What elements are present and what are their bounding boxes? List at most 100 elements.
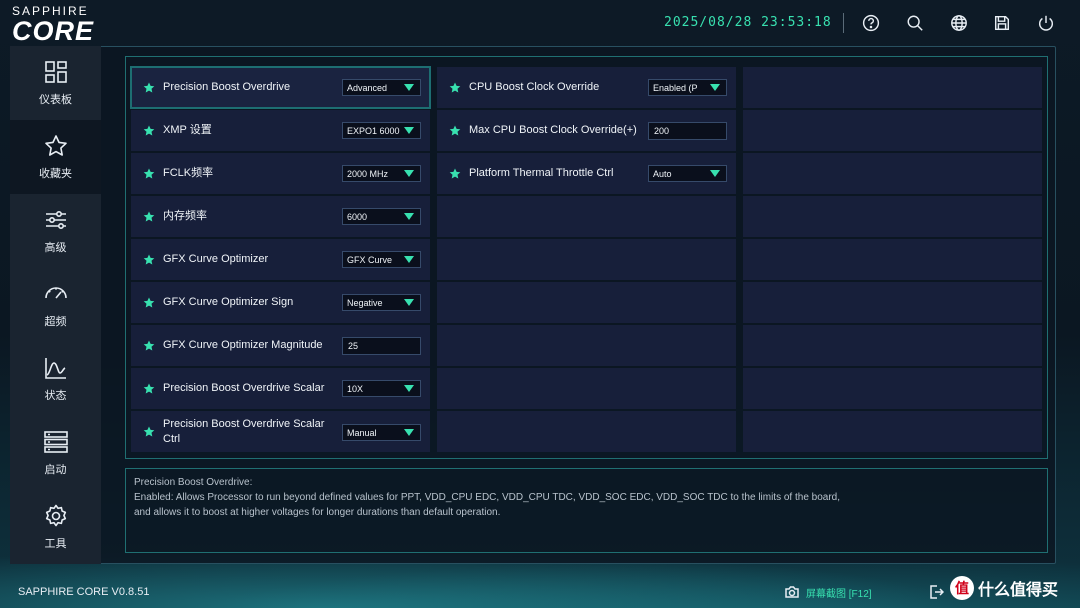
description-title: Precision Boost Overdrive: [134,477,253,488]
dropdown-value: Auto [653,168,672,179]
setting-row[interactable]: 内存频率 6000 [131,196,430,237]
favorite-star-icon[interactable] [143,339,155,351]
sidebar-item-label: 收藏夹 [39,168,72,180]
setting-row[interactable]: CPU Boost Clock Override Enabled (P [437,67,736,108]
gauge-icon [44,287,67,299]
sidebar-item-label: 仪表板 [39,94,72,106]
empty-setting-slot [743,110,1042,151]
empty-setting-slot [437,325,736,366]
sidebar-item-advanced[interactable]: 高级 [10,194,101,268]
setting-row[interactable]: XMP 设置 EXPO1 6000 [131,110,430,151]
favorite-star-icon[interactable] [143,382,155,394]
setting-row[interactable]: FCLK频率 2000 MHz [131,153,430,194]
setting-row[interactable]: Precision Boost Overdrive Scalar 10X [131,368,430,409]
empty-setting-slot [437,411,736,452]
exit-icon [930,585,944,599]
setting-row[interactable]: Platform Thermal Throttle Ctrl Auto [437,153,736,194]
setting-dropdown[interactable]: Auto [648,165,727,182]
dropdown-arrow-icon [404,127,414,134]
setting-dropdown[interactable]: 6000 [342,208,421,225]
setting-label: GFX Curve Optimizer Sign [163,296,294,308]
empty-setting-slot [437,239,736,280]
input-value: 200 [654,126,670,136]
empty-setting-slot [743,153,1042,194]
favorite-star-icon[interactable] [449,81,461,93]
sidebar-item-label: 工具 [44,538,67,550]
setting-row[interactable]: GFX Curve Optimizer GFX Curve [131,239,430,280]
setting-dropdown[interactable]: Negative [342,294,421,311]
favorite-star-icon[interactable] [143,296,155,308]
setting-dropdown[interactable]: EXPO1 6000 [342,122,421,139]
setting-dropdown[interactable]: GFX Curve [342,251,421,268]
dropdown-value: Negative [347,297,383,308]
sidebar-item-boot[interactable]: 启动 [10,416,101,490]
favorite-star-icon[interactable] [449,124,461,136]
sidebar-item-label: 启动 [44,464,67,476]
setting-dropdown[interactable]: 2000 MHz [342,165,421,182]
favorite-star-icon[interactable] [143,167,155,179]
star-icon [44,135,67,156]
dashboard-icon [44,61,67,83]
empty-setting-slot [743,196,1042,237]
datetime-display: 2025/08/28 23:53:18 [664,15,832,30]
dropdown-arrow-icon [404,256,414,263]
watermark-logo-icon: 值 [950,576,974,600]
input-value: 25 [348,341,359,351]
setting-label: Precision Boost Overdrive [163,81,291,93]
dropdown-arrow-icon [404,429,414,436]
sidebar-item-favorites[interactable]: 收藏夹 [10,120,101,194]
favorite-star-icon[interactable] [449,167,461,179]
setting-dropdown[interactable]: Enabled (P [648,79,727,96]
setting-row[interactable]: Precision Boost Overdrive Advanced [130,66,431,109]
setting-label: XMP 设置 [163,124,212,136]
setting-input[interactable]: 200 [648,122,727,140]
dropdown-value: 2000 MHz [347,168,389,179]
favorite-star-icon[interactable] [143,425,155,437]
setting-label: Max CPU Boost Clock Override(+) [469,124,637,136]
favorite-star-icon[interactable] [143,253,155,265]
setting-input[interactable]: 25 [342,337,421,355]
sidebar-item-label: 超频 [44,316,67,328]
setting-label: CPU Boost Clock Override [469,81,600,93]
setting-row[interactable]: GFX Curve Optimizer Sign Negative [131,282,430,323]
power-icon[interactable] [1035,12,1057,34]
language-globe-icon[interactable] [948,12,970,34]
favorite-star-icon[interactable] [143,81,155,93]
description-line: Enabled: Allows Processor to run beyond … [134,492,841,503]
sidebar-item-tools[interactable]: 工具 [10,490,101,564]
setting-dropdown[interactable]: Advanced [342,79,421,96]
setting-dropdown[interactable]: 10X [342,380,421,397]
version-label: SAPPHIRE CORE V0.8.51 [18,586,150,598]
gear-icon [45,504,66,527]
dropdown-arrow-icon [404,84,414,91]
dropdown-value: GFX Curve [347,254,393,265]
setting-label: FCLK频率 [163,167,214,179]
sidebar-item-overclock[interactable]: 超频 [10,268,101,342]
dropdown-value: EXPO1 6000 [347,125,400,136]
watermark-text: 什么值得买 [978,582,1059,599]
setting-label: GFX Curve Optimizer Magnitude [163,339,323,351]
setting-row[interactable]: Max CPU Boost Clock Override(+) 200 [437,110,736,151]
search-icon[interactable] [904,12,926,34]
camera-icon [785,586,799,598]
dropdown-value: 6000 [347,211,368,222]
exit-button[interactable] [928,584,944,600]
favorite-star-icon[interactable] [143,210,155,222]
sidebar: 仪表板 收藏夹 高级 超频 状态 启动 工具 [10,46,101,564]
sidebar-item-status[interactable]: 状态 [10,342,101,416]
save-icon[interactable] [991,12,1013,34]
empty-setting-slot [743,325,1042,366]
help-icon[interactable] [860,12,882,34]
setting-label: Platform Thermal Throttle Ctrl [469,167,614,179]
empty-setting-slot [437,196,736,237]
setting-row[interactable]: GFX Curve Optimizer Magnitude 25 [131,325,430,366]
empty-setting-slot [743,239,1042,280]
description-line: and allows it to boost at higher voltage… [134,507,501,518]
header-divider [843,13,844,33]
setting-label: Precision Boost Overdrive Scalar [163,382,325,394]
screenshot-button[interactable]: 屏幕截图 [F12] [784,584,872,600]
setting-row[interactable]: Precision Boost Overdrive Scalar Ctrl Man… [131,411,430,452]
setting-dropdown[interactable]: Manual [342,424,421,441]
favorite-star-icon[interactable] [143,124,155,136]
sidebar-item-dashboard[interactable]: 仪表板 [10,46,101,120]
